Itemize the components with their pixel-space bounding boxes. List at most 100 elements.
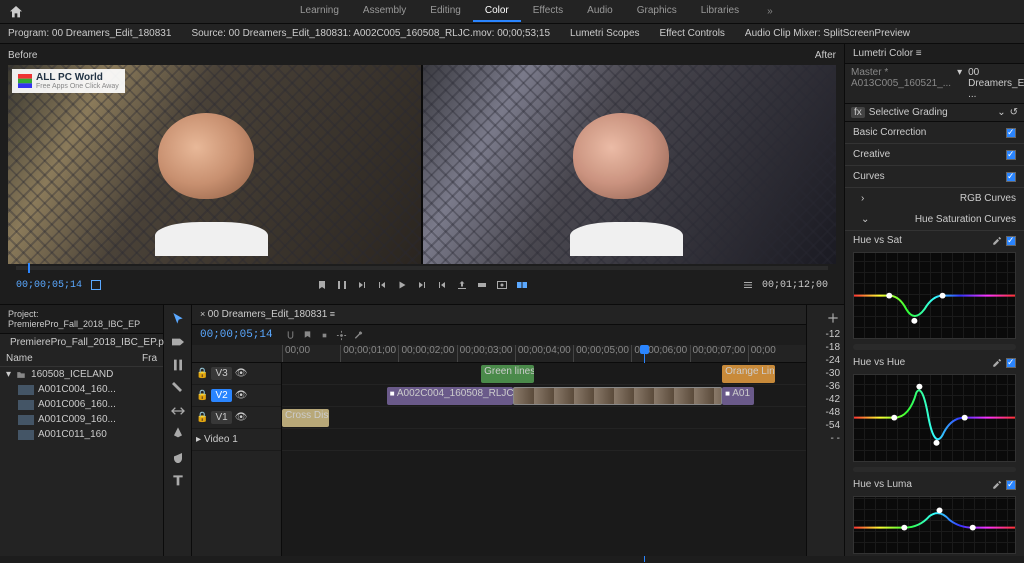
fit-icon[interactable] bbox=[90, 279, 102, 291]
clip-item[interactable]: A001C004_160... bbox=[0, 382, 163, 397]
track-video1-header[interactable]: ▸Video 1 bbox=[192, 429, 281, 451]
go-in-icon[interactable] bbox=[356, 279, 368, 291]
sequence-tab[interactable]: × 00 Dreamers_Edit_180831 ≡ bbox=[192, 305, 806, 325]
project-file-row: PremierePro_Fall_2018_IBC_EP.prproj bbox=[0, 334, 163, 351]
effect-controls-label[interactable]: Effect Controls bbox=[660, 28, 725, 39]
clip-orange[interactable]: Orange Lines.m bbox=[722, 365, 774, 383]
section-basic-correction[interactable]: Basic Correction bbox=[845, 122, 1024, 144]
play-icon[interactable] bbox=[396, 279, 408, 291]
audio-mixer-label[interactable]: Audio Clip Mixer: SplitScreenPreview bbox=[745, 28, 910, 39]
pen-tool-icon[interactable] bbox=[170, 426, 186, 442]
monitor-timecode-in[interactable]: 00;00;05;14 bbox=[16, 280, 82, 291]
slip-tool-icon[interactable] bbox=[170, 403, 186, 419]
go-out-icon[interactable] bbox=[436, 279, 448, 291]
track-v1-header[interactable]: 🔒V1👁 bbox=[192, 407, 281, 429]
lumetri-master-clip[interactable]: Master * A013C005_160521_... bbox=[851, 67, 951, 100]
ws-tab-learning[interactable]: Learning bbox=[288, 1, 351, 22]
watermark: ALL PC WorldFree Apps One Click Away bbox=[12, 69, 125, 93]
clip-thumb bbox=[18, 385, 34, 395]
type-tool-icon[interactable] bbox=[170, 472, 186, 488]
after-label: After bbox=[815, 50, 836, 61]
mark-out-icon[interactable] bbox=[336, 279, 348, 291]
ws-tab-editing[interactable]: Editing bbox=[418, 1, 473, 22]
clip-cross-dissolve[interactable]: Cross Dissolve bbox=[282, 409, 329, 427]
reset-icon[interactable]: ↺ bbox=[1010, 107, 1018, 118]
snap-icon[interactable] bbox=[285, 330, 296, 341]
comparison-view-icon[interactable] bbox=[516, 279, 528, 291]
track-area[interactable]: Green lines.mo Orange Lines.m ■ A002C004… bbox=[282, 363, 806, 556]
linked-sel-icon[interactable] bbox=[319, 330, 330, 341]
after-viewport[interactable] bbox=[423, 65, 836, 264]
eyedropper-icon[interactable] bbox=[992, 480, 1002, 490]
scrollbar[interactable] bbox=[853, 344, 1016, 350]
tool-column bbox=[164, 305, 192, 556]
add-icon[interactable] bbox=[826, 311, 840, 325]
monitor-playbar[interactable] bbox=[16, 266, 828, 270]
selection-tool-icon[interactable] bbox=[170, 311, 186, 327]
lumetri-color-panel: Lumetri Color ≡ Master * A013C005_160521… bbox=[844, 44, 1024, 556]
checkbox[interactable] bbox=[1006, 236, 1016, 246]
marker-icon[interactable] bbox=[302, 330, 313, 341]
col-name[interactable]: Name bbox=[6, 353, 142, 364]
clip-item[interactable]: A001C011_160 bbox=[0, 427, 163, 442]
workspace-overflow-icon[interactable]: » bbox=[767, 6, 773, 17]
eyedropper-icon[interactable] bbox=[992, 236, 1002, 246]
hue-sat-curves-row[interactable]: ⌄ Hue Saturation Curves bbox=[845, 209, 1024, 231]
clip-green[interactable]: Green lines.mo bbox=[481, 365, 533, 383]
timeline-ruler[interactable]: 00;00 00;00;01;00 00;00;02;00 00;00;03;0… bbox=[192, 345, 806, 363]
extract-icon[interactable] bbox=[476, 279, 488, 291]
export-frame-icon[interactable] bbox=[496, 279, 508, 291]
project-panel: Project: PremierePro_Fall_2018_IBC_EP Pr… bbox=[0, 305, 164, 556]
clip-item[interactable]: A001C006_160... bbox=[0, 397, 163, 412]
hue-vs-luma-curve[interactable] bbox=[853, 496, 1016, 554]
track-v3-header[interactable]: 🔒V3👁 bbox=[192, 363, 281, 385]
checkbox[interactable] bbox=[1006, 150, 1016, 160]
section-curves[interactable]: Curves bbox=[845, 166, 1024, 188]
col-framerate[interactable]: Fra bbox=[142, 353, 157, 364]
ws-tab-audio[interactable]: Audio bbox=[575, 1, 625, 22]
eyedropper-icon[interactable] bbox=[992, 358, 1002, 368]
settings-icon[interactable] bbox=[742, 279, 754, 291]
step-fwd-icon[interactable] bbox=[416, 279, 428, 291]
before-viewport[interactable]: ALL PC WorldFree Apps One Click Away bbox=[8, 65, 421, 264]
checkbox[interactable] bbox=[1006, 358, 1016, 368]
ws-tab-assembly[interactable]: Assembly bbox=[351, 1, 418, 22]
bin-item[interactable]: ▾ 160508_ICELAND bbox=[0, 367, 163, 382]
ws-tab-libraries[interactable]: Libraries bbox=[689, 1, 751, 22]
ws-tab-effects[interactable]: Effects bbox=[521, 1, 575, 22]
lumetri-effect-row[interactable]: fx Selective Grading ⌄ ↺ bbox=[845, 104, 1024, 122]
hue-vs-hue-curve[interactable] bbox=[853, 374, 1016, 461]
clip-a002c004[interactable]: ■ A002C004_160508_RLJC.mov [V] bbox=[387, 387, 513, 405]
lumetri-sequence-name[interactable]: 00 Dreamers_Edit_180831 ... bbox=[968, 67, 1024, 100]
home-icon[interactable] bbox=[8, 4, 24, 20]
project-tab[interactable]: Project: PremierePro_Fall_2018_IBC_EP bbox=[0, 305, 163, 334]
lift-icon[interactable] bbox=[456, 279, 468, 291]
checkbox[interactable] bbox=[1006, 480, 1016, 490]
clip-a01[interactable]: ■ A01 bbox=[722, 387, 753, 405]
razor-tool-icon[interactable] bbox=[170, 380, 186, 396]
scrollbar[interactable] bbox=[853, 467, 1016, 473]
hue-vs-sat-curve[interactable] bbox=[853, 252, 1016, 339]
section-creative[interactable]: Creative bbox=[845, 144, 1024, 166]
ws-tab-color[interactable]: Color bbox=[473, 1, 521, 22]
scopes-label[interactable]: Lumetri Scopes bbox=[570, 28, 639, 39]
track-v2-header[interactable]: 🔒V2👁 bbox=[192, 385, 281, 407]
settings-icon[interactable] bbox=[336, 330, 347, 341]
checkbox[interactable] bbox=[1006, 172, 1016, 182]
wrench-icon[interactable] bbox=[353, 330, 364, 341]
ws-tab-graphics[interactable]: Graphics bbox=[625, 1, 689, 22]
monitor-timecode-out[interactable]: 00;01;12;00 bbox=[762, 280, 828, 291]
rgb-curves-row[interactable]: › RGB Curves bbox=[845, 188, 1024, 209]
curve-hue-vs-sat-header: Hue vs Sat bbox=[845, 231, 1024, 250]
hand-tool-icon[interactable] bbox=[170, 449, 186, 465]
track-select-tool-icon[interactable] bbox=[170, 334, 186, 350]
ripple-tool-icon[interactable] bbox=[170, 357, 186, 373]
lumetri-title[interactable]: Lumetri Color ≡ bbox=[845, 44, 1024, 64]
step-back-icon[interactable] bbox=[376, 279, 388, 291]
checkbox[interactable] bbox=[1006, 128, 1016, 138]
clip-item[interactable]: A001C009_160... bbox=[0, 412, 163, 427]
timeline-timecode[interactable]: 00;00;05;14 bbox=[200, 329, 273, 341]
clip-thumbnail-strip[interactable] bbox=[513, 387, 723, 405]
mark-in-icon[interactable] bbox=[316, 279, 328, 291]
chevron-down-icon[interactable]: ⌄ bbox=[997, 107, 1005, 118]
